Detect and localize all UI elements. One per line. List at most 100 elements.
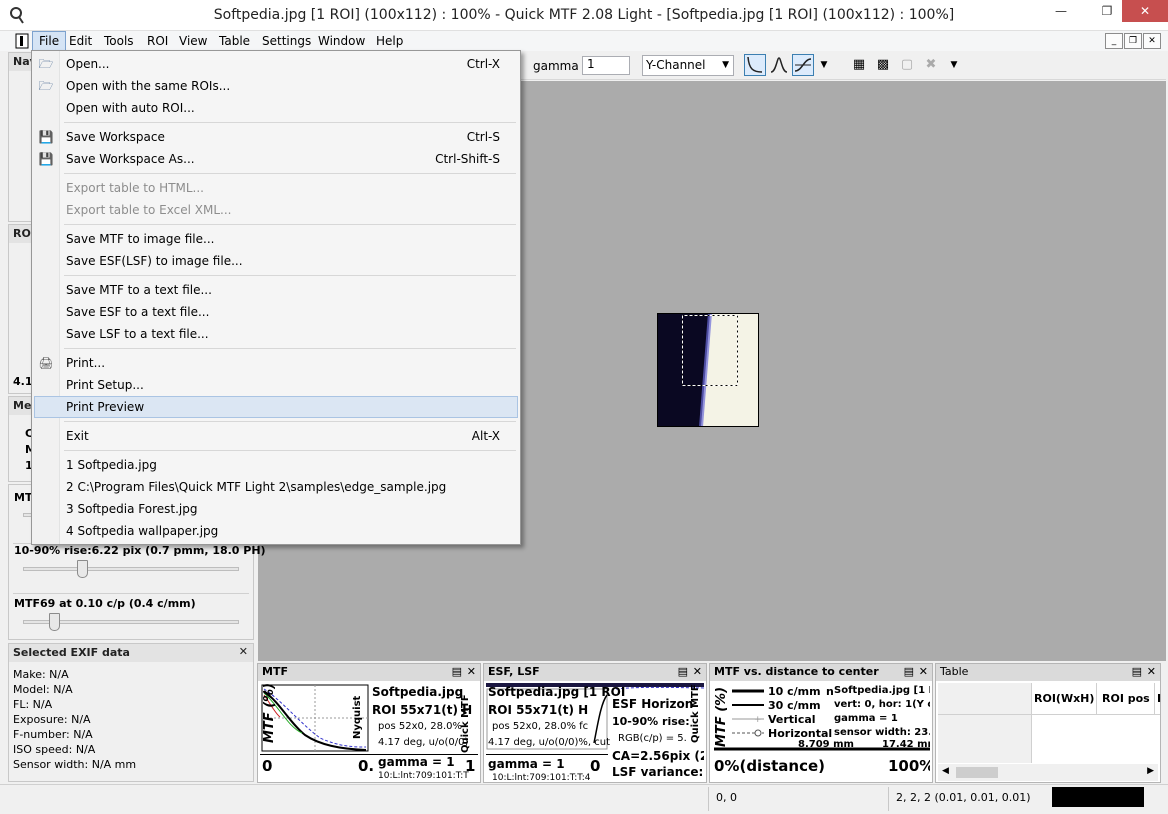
close-icon[interactable]: ✕ [467,665,476,678]
exif-exposure: Exposure: N/A [13,713,91,726]
distance-mark-2: 17.42 mm [882,739,930,750]
exif-sensor-width: Sensor width: N/A mm [13,758,137,771]
menu-item-save-mtf-text[interactable]: Save MTF to a text file... [34,279,518,301]
menu-item-save-lsf-text[interactable]: Save LSF to a text file... [34,323,518,345]
exif-title: Selected EXIF data [13,646,130,659]
status-coords: 0, 0 [716,791,737,804]
lsf-view-icon[interactable] [768,54,790,76]
menu-separator [64,421,516,422]
close-icon[interactable]: ✕ [1147,665,1156,678]
menu-item-save-workspace-as[interactable]: 💾 Save Workspace As... Ctrl-Shift-S [34,148,518,170]
menu-item-open[interactable]: 🗁 Open... Ctrl-X [34,53,518,75]
mdi-restore-button[interactable]: ❐ [1124,33,1142,49]
menu-item-save-esf-text[interactable]: Save ESF to a text file... [34,301,518,323]
menu-view[interactable]: View [173,31,213,51]
rise-slider-track[interactable] [23,567,239,571]
mdi-close-button[interactable]: ✕ [1143,33,1161,49]
mtf-y-label: MTF (%) [262,683,277,743]
esf-rise: 10-90% rise: [612,715,690,728]
scroll-left-icon[interactable]: ◀ [942,766,949,776]
menu-tools[interactable]: Tools [98,31,140,51]
menu-item-open-auto-roi[interactable]: Open with auto ROI... [34,97,518,119]
chevron-down-icon: ▼ [722,60,729,70]
esf-x-min: 0 [590,757,601,775]
table-header-row: ROI(WxH) ROI pos I [938,683,1161,715]
table-dock: Table ▤ ✕ ROI(WxH) ROI pos I ◀ ▶ [935,663,1161,783]
menu-item-recent-4[interactable]: 4 Softpedia wallpaper.jpg [34,520,518,542]
float-icon[interactable]: ▤ [904,665,914,678]
distance-sensor: sensor width: 23.2 [834,727,930,738]
rise-slider-thumb[interactable] [77,560,88,578]
menu-settings[interactable]: Settings [256,31,317,51]
distance-dock-title: MTF vs. distance to center [714,665,879,678]
menu-item-print-setup[interactable]: Print Setup... [34,374,518,396]
mtf-header: MT [14,491,33,504]
esf-view-icon[interactable] [792,54,814,76]
distance-plot[interactable]: + MTF (%) 10 c/mm 30 c/mm Vertical Horiz… [712,683,930,781]
esf-plot[interactable]: Softpedia.jpg [1 ROI ROI 55x71(t) H pos … [486,683,704,781]
menu-item-save-mtf-image[interactable]: Save MTF to image file... [34,228,518,250]
distance-x-right: 100% [888,757,930,775]
menu-item-recent-3[interactable]: 3 Softpedia Forest.jpg [34,498,518,520]
float-icon[interactable]: ▤ [678,665,688,678]
esf-roi: ROI 55x71(t) H [488,703,589,717]
menu-window[interactable]: Window [312,31,371,51]
divider [708,787,709,811]
channel-select[interactable]: Y-Channel ▼ [642,55,734,76]
mdi-minimize-button[interactable]: _ [1105,33,1123,49]
scroll-right-icon[interactable]: ▶ [1147,766,1154,776]
table-hscrollbar[interactable]: ◀ ▶ [938,764,1158,781]
menu-roi[interactable]: ROI [141,31,174,51]
mtf-deg: 4.17 deg, u/o(0/0) [378,737,469,748]
menu-item-exit[interactable]: Exit Alt-X [34,425,518,447]
menu-item-print-preview[interactable]: Print Preview [34,396,518,418]
mtf-plot[interactable]: MTF (%) Nyquist Quick MTF Softpedia.jpg … [260,683,478,781]
toolbar-dropdown-icon[interactable]: ▼ [818,54,830,76]
menu-file[interactable]: File [32,31,67,51]
col-roi-pos[interactable]: ROI pos [1102,692,1150,705]
menu-item-save-workspace[interactable]: 💾 Save Workspace Ctrl-S [34,126,518,148]
menu-item-print[interactable]: 🖨 Print... [34,352,518,374]
menu-separator [64,173,516,174]
floppy-icon: 💾 [38,130,54,144]
col-roi-size[interactable]: ROI(WxH) [1034,692,1094,705]
menu-item-export-html: Export table to HTML... [66,181,204,195]
menu-bar: File Edit Tools ROI View Table Settings … [0,31,1168,51]
col-extra[interactable]: I [1157,692,1161,705]
mtf69-label: MTF69 at 0.10 c/p (0.4 c/mm) [14,597,196,610]
status-bar: 0, 0 2, 2, 2 (0.01, 0.01, 0.01) [0,784,1168,814]
float-icon[interactable]: ▤ [452,665,462,678]
restore-button[interactable]: ❐ [1092,0,1122,22]
close-icon[interactable]: ✕ [693,665,702,678]
close-icon[interactable]: ✕ [919,665,928,678]
roi-delete-icon[interactable]: ▢ [896,54,918,76]
menu-table[interactable]: Table [213,31,256,51]
float-icon[interactable]: ▤ [1132,665,1142,678]
gamma-input[interactable]: 1 [582,56,630,75]
menu-edit[interactable]: Edit [63,31,98,51]
mtf-view-icon[interactable] [744,54,766,76]
toolbar-more-icon[interactable]: ▼ [948,54,960,76]
divider [13,593,249,594]
menu-item-save-esf-image[interactable]: Save ESF(LSF) to image file... [34,250,518,272]
edge-image[interactable] [657,313,759,427]
minimize-button[interactable]: — [1046,0,1076,22]
mtf-dock: MTF ▤ ✕ MTF (%) Nyquist Quick MTF Softpedi… [257,663,481,783]
esf-dock-title: ESF, LSF [488,665,540,678]
esf-variance: LSF variance:1 [612,765,704,779]
scroll-thumb[interactable] [956,767,998,778]
roi-clear-icon[interactable]: ✖ [920,54,942,76]
menu-item-open-same-rois[interactable]: 🗁 Open with the same ROIs... [34,75,518,97]
menu-item-recent-2[interactable]: 2 C:\Program Files\Quick MTF Light 2\sam… [34,476,518,498]
close-button[interactable]: ✕ [1122,0,1168,22]
roi-copy-icon[interactable]: ▦ [848,54,870,76]
status-pixel: 2, 2, 2 (0.01, 0.01, 0.01) [896,791,1031,804]
document-icon[interactable] [14,33,30,49]
exif-panel: Selected EXIF data ✕ Make: N/A Model: N/A… [8,643,254,782]
menu-help[interactable]: Help [370,31,409,51]
mtf69-slider-thumb[interactable] [48,613,60,631]
close-icon[interactable]: ✕ [239,645,248,658]
exif-fl: FL: N/A [13,698,53,711]
roi-paste-icon[interactable]: ▩ [872,54,894,76]
menu-item-recent-1[interactable]: 1 Softpedia.jpg [34,454,518,476]
